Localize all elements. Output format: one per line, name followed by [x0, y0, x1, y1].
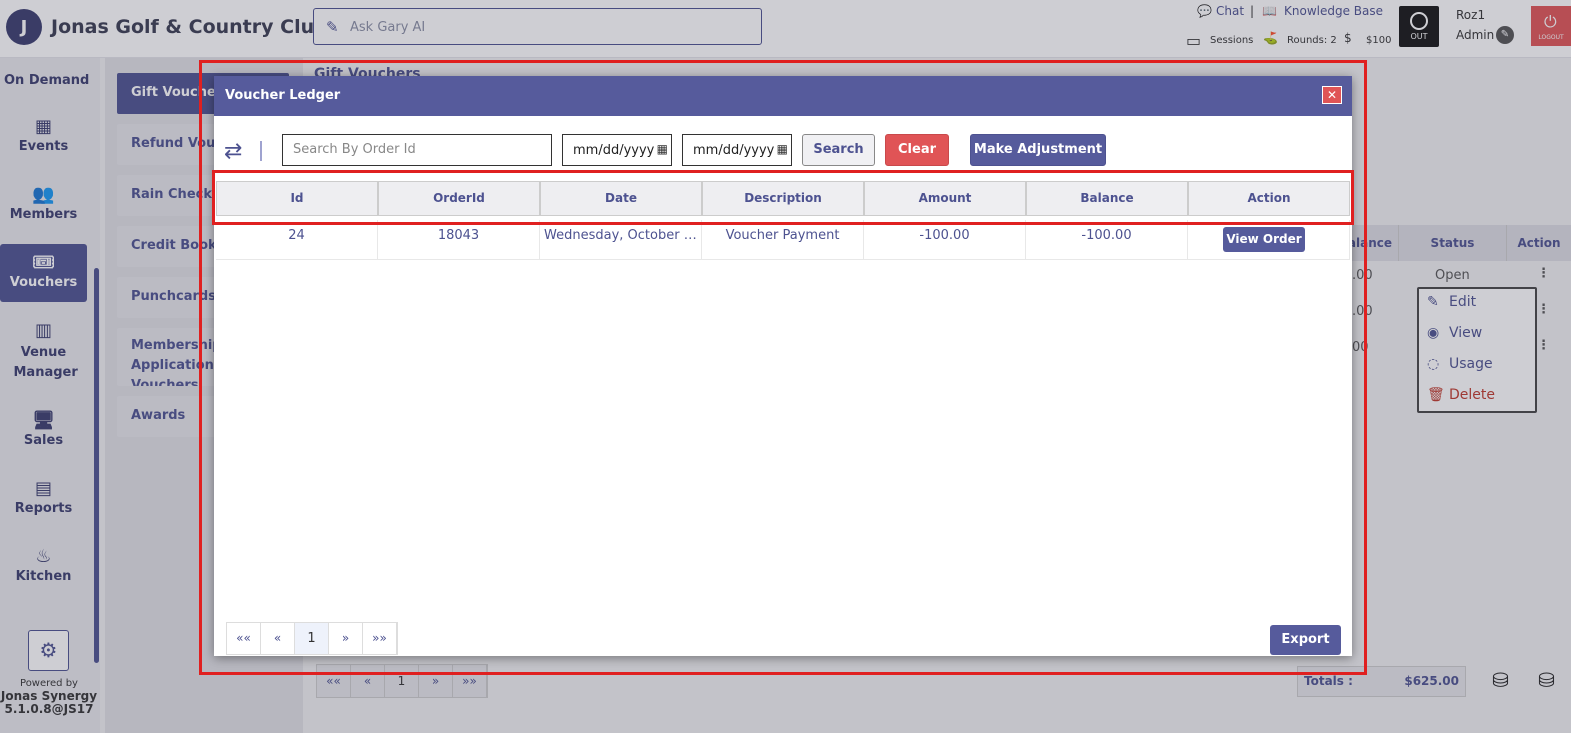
highlight-box-header-row [212, 170, 1354, 225]
highlight-box-modal [199, 60, 1367, 675]
